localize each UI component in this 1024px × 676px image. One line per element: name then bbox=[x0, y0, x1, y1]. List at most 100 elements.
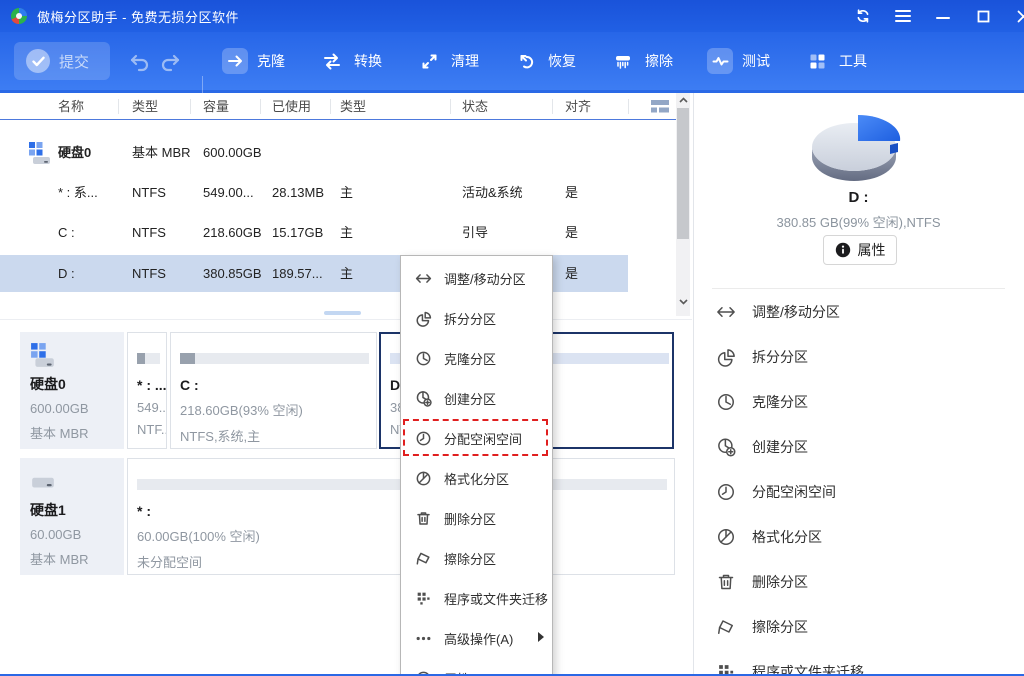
usage-bar bbox=[180, 353, 369, 364]
horizontal-scrollbar-thumb[interactable] bbox=[324, 311, 361, 315]
toolbar-items: 克隆 转换 清理 bbox=[222, 32, 867, 90]
allocate-free-space-icon bbox=[716, 482, 736, 502]
menu-item-migrate[interactable]: 程序或文件夹迁移 bbox=[401, 578, 552, 618]
selected-volume-info: 380.85 GB(99% 空闲),NTFS bbox=[694, 212, 1022, 231]
sidebar-action-migrate[interactable]: 程序或文件夹迁移 bbox=[694, 649, 1022, 676]
refresh-button[interactable] bbox=[850, 3, 876, 29]
header-used[interactable]: 已使用 bbox=[272, 93, 311, 120]
partition-assistant-app: { "titlebar": { "title": "傲梅分区助手 - 免费无损分… bbox=[0, 0, 1024, 676]
table-row-c-drive[interactable]: C : NTFS 218.60GB 15.17GB 主 引导 是 bbox=[0, 213, 676, 253]
disk-icon bbox=[28, 141, 52, 165]
sidebar-action-label: 擦除分区 bbox=[752, 617, 808, 637]
scrollbar-thumb[interactable] bbox=[677, 108, 689, 239]
disk0-scheme: 基本 MBR bbox=[30, 423, 124, 442]
sidebar-action-split[interactable]: 拆分分区 bbox=[694, 334, 1022, 379]
menu-item-label: 删除分区 bbox=[444, 509, 496, 528]
cell-used: 15.17GB bbox=[272, 213, 323, 253]
table-row-disk0[interactable]: 硬盘0 基本 MBR 600.00GB bbox=[0, 133, 676, 173]
toolbar-clone-button[interactable]: 克隆 bbox=[222, 48, 285, 74]
sidebar-action-label: 拆分分区 bbox=[752, 347, 808, 367]
menu-item-clone[interactable]: 克隆分区 bbox=[401, 338, 552, 378]
submit-button[interactable]: 提交 bbox=[14, 42, 110, 80]
sidebar-action-wipe[interactable]: 擦除分区 bbox=[694, 604, 1022, 649]
toolbar-label: 恢复 bbox=[548, 51, 576, 71]
table-vertical-scrollbar[interactable] bbox=[676, 93, 690, 316]
sidebar-action-resize-move[interactable]: 调整/移动分区 bbox=[694, 289, 1022, 334]
sidebar-action-create[interactable]: 创建分区 bbox=[694, 424, 1022, 469]
sidebar-action-allocate[interactable]: 分配空闲空间 bbox=[694, 469, 1022, 514]
recover-icon bbox=[513, 48, 539, 74]
content-top-border bbox=[0, 90, 1024, 93]
partition-size: 218.60GB(93% 空闲) bbox=[180, 400, 376, 419]
list-view-icon[interactable] bbox=[650, 99, 670, 114]
menu-item-label: 克隆分区 bbox=[444, 349, 496, 368]
menu-item-split[interactable]: 拆分分区 bbox=[401, 298, 552, 338]
toolbar-recover-button[interactable]: 恢复 bbox=[513, 48, 576, 74]
header-status[interactable]: 状态 bbox=[462, 93, 488, 120]
disk0-card[interactable]: 硬盘0 600.00GB 基本 MBR bbox=[20, 332, 124, 449]
maximize-button[interactable] bbox=[970, 3, 996, 29]
partition-block-c[interactable]: C : 218.60GB(93% 空闲) NTFS,系统,主 bbox=[170, 332, 377, 449]
cell-fs: NTFS bbox=[132, 255, 166, 292]
disk1-card[interactable]: 硬盘1 60.00GB 基本 MBR bbox=[20, 458, 124, 575]
disk1-name: 硬盘1 bbox=[30, 500, 124, 520]
header-aligned[interactable]: 对齐 bbox=[565, 93, 591, 120]
scroll-down-arrow[interactable] bbox=[676, 295, 690, 309]
cell-used: 189.57... bbox=[272, 255, 323, 292]
menu-button[interactable] bbox=[890, 3, 916, 29]
menu-item-resize-move[interactable]: 调整/移动分区 bbox=[401, 258, 552, 298]
redo-button[interactable] bbox=[160, 54, 182, 72]
undo-button[interactable] bbox=[128, 54, 150, 72]
toolbar-erase-button[interactable]: 擦除 bbox=[610, 48, 673, 74]
minimize-button[interactable] bbox=[930, 3, 956, 29]
menu-item-delete[interactable]: 删除分区 bbox=[401, 498, 552, 538]
toolbar-label: 测试 bbox=[742, 51, 770, 71]
format-partition-icon bbox=[415, 470, 432, 487]
menu-item-format[interactable]: 格式化分区 bbox=[401, 458, 552, 498]
menu-item-advanced[interactable]: 高级操作(A) bbox=[401, 618, 552, 658]
close-button[interactable] bbox=[1010, 3, 1024, 29]
tools-icon bbox=[804, 48, 830, 74]
disk0-icon bbox=[30, 342, 56, 368]
submit-label: 提交 bbox=[59, 51, 89, 72]
cell-fs: 基本 MBR bbox=[132, 133, 191, 173]
cell-name: * : 系... bbox=[58, 173, 98, 213]
table-row-system-partition[interactable]: * : 系... NTFS 549.00... 28.13MB 主 活动&系统 … bbox=[0, 173, 676, 213]
header-type[interactable]: 类型 bbox=[340, 93, 366, 120]
toolbar-clean-button[interactable]: 清理 bbox=[416, 48, 479, 74]
menu-item-label: 程序或文件夹迁移 bbox=[444, 589, 548, 608]
delete-partition-icon bbox=[716, 572, 736, 592]
cell-fs: NTFS bbox=[132, 173, 166, 213]
menu-item-label: 格式化分区 bbox=[444, 469, 509, 488]
clean-icon bbox=[416, 48, 442, 74]
toolbar-test-button[interactable]: 测试 bbox=[707, 48, 770, 74]
disk0-name: 硬盘0 bbox=[30, 374, 124, 394]
toolbar-tools-button[interactable]: 工具 bbox=[804, 48, 867, 74]
cell-name: D : bbox=[58, 255, 75, 292]
table-header: 名称 类型 容量 已使用 类型 状态 对齐 bbox=[0, 93, 676, 120]
header-name[interactable]: 名称 bbox=[58, 93, 84, 120]
format-partition-icon bbox=[716, 527, 736, 547]
header-capacity[interactable]: 容量 bbox=[203, 93, 229, 120]
clone-partition-icon bbox=[716, 392, 736, 412]
sidebar-action-delete[interactable]: 删除分区 bbox=[694, 559, 1022, 604]
properties-label: 属性 bbox=[858, 240, 886, 260]
sidebar-action-format[interactable]: 格式化分区 bbox=[694, 514, 1022, 559]
clone-partition-icon bbox=[415, 350, 432, 367]
menu-item-wipe[interactable]: 擦除分区 bbox=[401, 538, 552, 578]
delete-partition-icon bbox=[415, 510, 432, 527]
scroll-up-arrow[interactable] bbox=[676, 93, 690, 107]
sidebar-action-clone[interactable]: 克隆分区 bbox=[694, 379, 1022, 424]
toolbar-convert-button[interactable]: 转换 bbox=[319, 48, 382, 74]
menu-item-create[interactable]: 创建分区 bbox=[401, 378, 552, 418]
app-logo-icon bbox=[10, 7, 28, 25]
properties-button[interactable]: 属性 bbox=[823, 235, 897, 265]
sidebar-action-label: 创建分区 bbox=[752, 437, 808, 457]
header-fs[interactable]: 类型 bbox=[132, 93, 158, 120]
convert-icon bbox=[319, 48, 345, 74]
allocate-free-space-icon bbox=[415, 430, 432, 447]
test-icon bbox=[707, 48, 733, 74]
partition-block-system[interactable]: * : ... 549... NTF... bbox=[127, 332, 167, 449]
menu-item-label: 调整/移动分区 bbox=[444, 269, 526, 288]
menu-item-allocate-free-space[interactable]: 分配空闲空间 bbox=[401, 418, 552, 458]
